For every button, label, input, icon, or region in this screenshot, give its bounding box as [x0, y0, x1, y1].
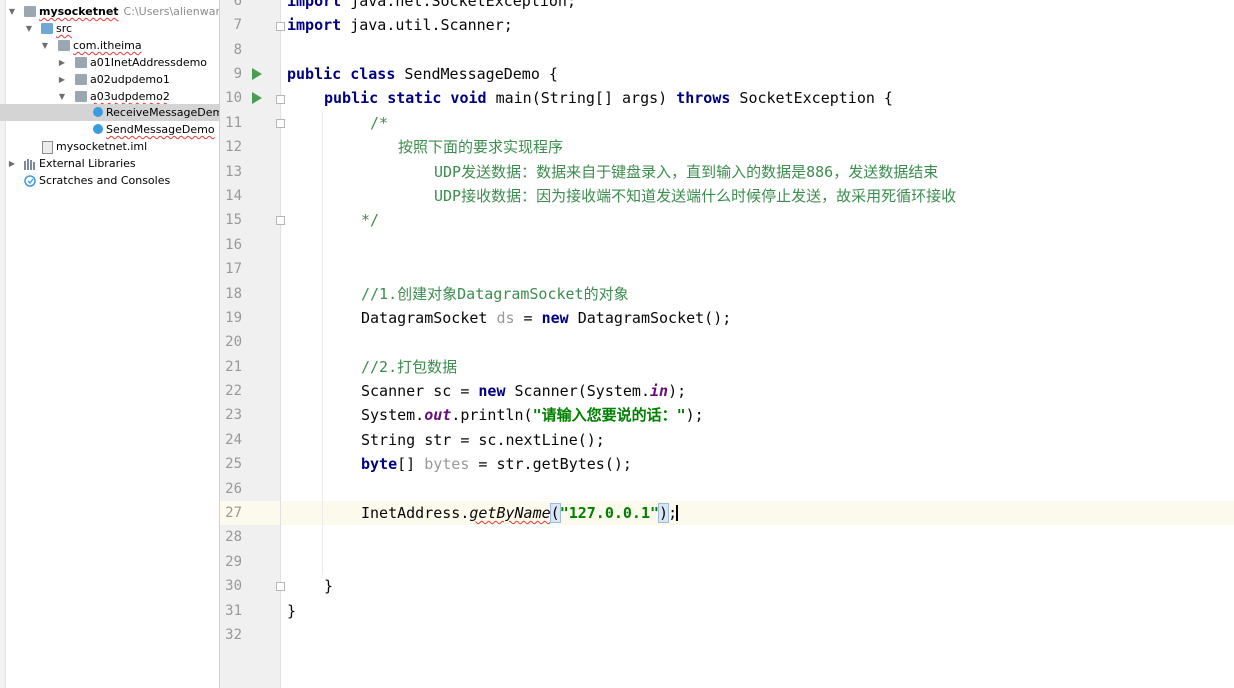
chevron-down-icon[interactable]: ▼	[40, 37, 50, 54]
tree-item-src[interactable]: ▼ src	[0, 20, 219, 37]
line-number: 12	[225, 139, 242, 155]
chevron-right-icon[interactable]: ▶	[57, 54, 67, 71]
line-number: 25	[225, 456, 242, 472]
tree-item-folder[interactable]: ▼ a03udpdemo2	[0, 88, 219, 105]
comment-line: //2.打包数据	[361, 358, 458, 376]
tree-item-label: a01InetAddressdemo	[90, 56, 208, 69]
line-number: 18	[225, 286, 242, 302]
tree-item-file-selected[interactable]: ReceiveMessageDemo	[0, 104, 219, 121]
code-line: DatagramSocket ds = new DatagramSocket()…	[361, 309, 732, 327]
line-number: 27	[225, 505, 242, 521]
line-number: 31	[225, 603, 242, 619]
java-class-icon	[93, 107, 103, 117]
tree-item-package[interactable]: ▼ com.itheima	[0, 37, 219, 54]
line-number: 32	[225, 627, 242, 643]
comment-line: UDP接收数据：因为接收端不知道发送端什么时候停止发送，故采用死循环接收	[434, 187, 957, 205]
file-icon	[42, 141, 53, 154]
library-icon	[24, 158, 36, 170]
tree-item-label: src	[56, 22, 73, 35]
line-number: 6	[233, 0, 242, 9]
line-number: 16	[225, 237, 242, 253]
code-line: public class SendMessageDemo {	[287, 65, 558, 83]
line-number: 21	[225, 359, 242, 375]
tree-item-scratches[interactable]: Scratches and Consoles	[0, 172, 219, 189]
line-number: 29	[225, 554, 242, 570]
line-number: 9	[233, 66, 242, 82]
source-folder-icon	[41, 23, 53, 34]
code-line: }	[287, 602, 297, 620]
line-number: 14	[225, 188, 242, 204]
line-number: 11	[225, 115, 242, 131]
tree-item-label: a03udpdemo2	[90, 90, 170, 103]
comment-line: UDP发送数据：数据来自于键盘录入，直到输入的数据是886，发送数据结束	[434, 163, 939, 181]
code-line: Scanner sc = new Scanner(System.in);	[361, 382, 687, 400]
tree-item-external-libraries[interactable]: ▶ External Libraries	[0, 155, 219, 172]
project-name: mysocketnet	[39, 5, 119, 18]
comment-line: //1.创建对象DatagramSocket的对象	[361, 285, 629, 303]
line-number: 13	[225, 164, 242, 180]
code-line: import java.util.Scanner;	[287, 16, 513, 34]
code-line: public static void main(String[] args) t…	[324, 89, 893, 107]
fold-marker-icon[interactable]	[276, 22, 285, 31]
fold-marker-icon[interactable]	[276, 582, 285, 591]
line-number: 28	[225, 529, 242, 545]
code-line: byte[] bytes = str.getBytes();	[361, 455, 632, 473]
line-number: 8	[233, 42, 242, 58]
code-line: String str = sc.nextLine();	[361, 431, 605, 449]
chevron-down-icon[interactable]: ▼	[57, 88, 67, 105]
fold-marker-icon[interactable]	[276, 119, 285, 128]
line-number: 24	[225, 432, 242, 448]
line-number: 10	[225, 90, 242, 106]
tree-item-label: a02udpdemo1	[90, 73, 170, 86]
comment-line: /*	[370, 114, 389, 132]
chevron-right-icon[interactable]: ▶	[7, 155, 17, 172]
code-line: }	[324, 577, 334, 595]
line-number: 15	[225, 212, 242, 228]
code-line: System.out.println("请输入您要说的话：");	[361, 406, 704, 424]
code-line: import java.net.SocketException;	[287, 0, 576, 10]
chevron-down-icon[interactable]: ▼	[7, 3, 17, 20]
project-path: C:\Users\alienware\Ide	[123, 5, 220, 18]
tree-item-folder[interactable]: ▶ a01InetAddressdemo	[0, 54, 219, 71]
java-class-icon	[93, 124, 103, 134]
comment-line: 按照下面的要求实现程序	[398, 138, 564, 156]
tree-item-folder[interactable]: ▶ a02udpdemo1	[0, 71, 219, 88]
chevron-down-icon[interactable]: ▼	[24, 20, 34, 37]
line-number: 19	[225, 310, 242, 326]
line-number: 30	[225, 578, 242, 594]
project-tree-panel: ▼ mysocketnet C:\Users\alienware\Ide ▼ sr…	[0, 0, 220, 688]
line-number: 23	[225, 407, 242, 423]
tree-item-iml[interactable]: mysocketnet.iml	[0, 138, 219, 155]
run-class-icon[interactable]	[252, 68, 262, 80]
indent-guide	[322, 110, 323, 575]
line-number: 22	[225, 383, 242, 399]
fold-marker-icon[interactable]	[276, 95, 285, 104]
fold-marker-icon[interactable]	[276, 216, 285, 225]
tree-item-label: SendMessageDemo	[106, 123, 215, 136]
tree-item-project-root[interactable]: ▼ mysocketnet C:\Users\alienware\Ide	[0, 3, 219, 20]
code-line-current[interactable]: InetAddress.getByName("127.0.0.1");	[361, 501, 677, 525]
scratches-icon	[24, 175, 36, 187]
tree-item-label: com.itheima	[73, 39, 142, 52]
tree-item-label: Scratches and Consoles	[39, 174, 171, 187]
run-main-icon[interactable]	[252, 92, 262, 104]
tree-item-file[interactable]: SendMessageDemo	[0, 121, 219, 138]
text-caret	[676, 505, 678, 521]
line-number: 26	[225, 481, 242, 497]
package-icon	[58, 40, 70, 51]
package-icon	[75, 91, 87, 102]
package-icon	[75, 74, 87, 85]
line-number: 17	[225, 261, 242, 277]
tree-item-label: ReceiveMessageDemo	[106, 106, 220, 119]
line-number: 7	[233, 17, 242, 33]
chevron-right-icon[interactable]: ▶	[57, 71, 67, 88]
package-icon	[75, 57, 87, 68]
comment-line: */	[361, 211, 380, 229]
project-folder-icon	[24, 6, 36, 17]
tree-item-label: mysocketnet.iml	[56, 140, 148, 153]
line-number: 20	[225, 334, 242, 350]
tree-item-label: External Libraries	[39, 157, 136, 170]
